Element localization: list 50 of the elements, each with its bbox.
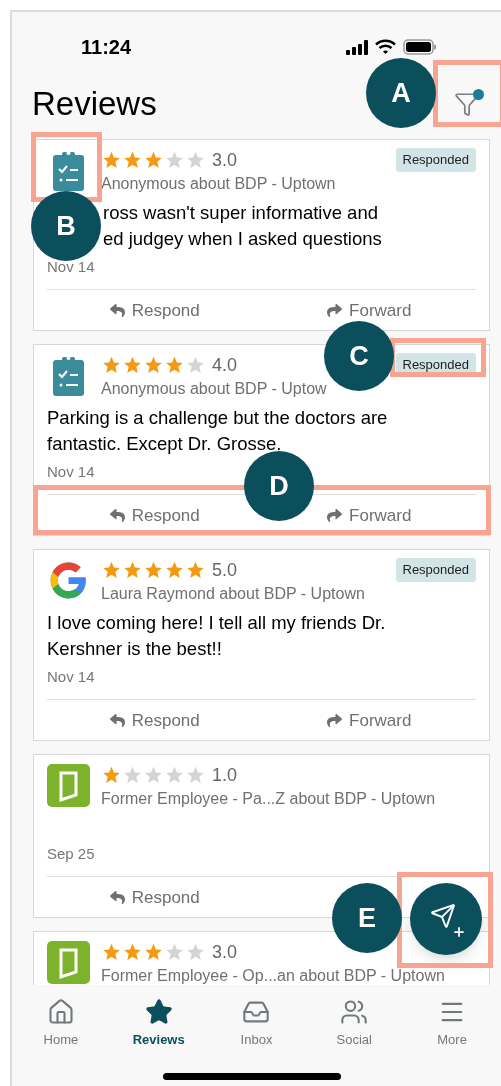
respond-button[interactable]: Respond <box>108 505 200 525</box>
review-date: Nov 14 <box>47 666 95 687</box>
nav-tab[interactable]: Reviews <box>109 997 208 1049</box>
reply-icon <box>108 302 126 318</box>
respond-button[interactable]: Respond <box>108 887 200 907</box>
signal-icon <box>346 39 368 55</box>
respond-button[interactable]: Respond <box>108 710 200 730</box>
home-icon <box>46 997 75 1026</box>
rating-value: 3.0 <box>212 940 238 964</box>
review-author: Former Employee - Op...an about BDP - Uptown <box>101 966 446 985</box>
review-text: I love coming here! I tell all my friends Dr. <box>47 612 386 633</box>
review-author: Anonymous about BDP - Uptown <box>101 174 337 194</box>
nav-tab[interactable]: Home <box>12 997 110 1049</box>
review-text: ed judgey when I asked questions <box>103 228 382 249</box>
page-title: Reviews <box>32 84 157 125</box>
respond-button[interactable]: Respond <box>108 300 200 320</box>
paper-plane-icon <box>430 903 456 929</box>
review-text: fantastic. Except Dr. Grosse. <box>47 433 282 454</box>
review-text: Kershner is the best!! <box>47 638 222 659</box>
forward-button[interactable]: Forward <box>326 505 412 525</box>
people-icon <box>340 997 369 1026</box>
forward-icon <box>326 507 344 523</box>
rating-value: 3.0 <box>212 148 238 172</box>
star-icon <box>144 997 173 1026</box>
review-date: Nov 14 <box>47 461 95 482</box>
review-author: Former Employee - Pa...Z about BDP - Uptown <box>101 789 437 809</box>
clock-time: 11:24 <box>81 35 132 60</box>
plus-icon <box>452 925 466 939</box>
status-badge: Responded <box>395 558 476 582</box>
nav-tab[interactable]: Social <box>305 997 404 1049</box>
review-date: Sep 25 <box>47 843 95 864</box>
rating-value: 1.0 <box>212 763 238 787</box>
review-text: ross wasn't super informative and <box>103 202 378 223</box>
forward-button[interactable]: Forward <box>326 300 412 320</box>
forward-icon <box>326 712 344 728</box>
wifi-icon <box>375 39 396 55</box>
reply-icon <box>108 889 126 905</box>
battery-icon <box>403 39 437 55</box>
status-badge: Responded <box>395 148 476 172</box>
door-logo <box>47 764 90 807</box>
review-text: Parking is a challenge but the doctors are <box>47 407 388 428</box>
rating-value: 4.0 <box>212 353 238 377</box>
forward-button[interactable]: Forward <box>326 710 412 730</box>
nav-tab[interactable]: More <box>403 997 501 1049</box>
nav-tab[interactable]: Inbox <box>207 997 306 1049</box>
review-author: Laura Raymond about BDP - Uptown <box>101 584 366 604</box>
forward-icon <box>326 302 344 318</box>
reply-icon <box>108 507 126 523</box>
rating-value: 5.0 <box>212 558 238 582</box>
reply-icon <box>108 712 126 728</box>
